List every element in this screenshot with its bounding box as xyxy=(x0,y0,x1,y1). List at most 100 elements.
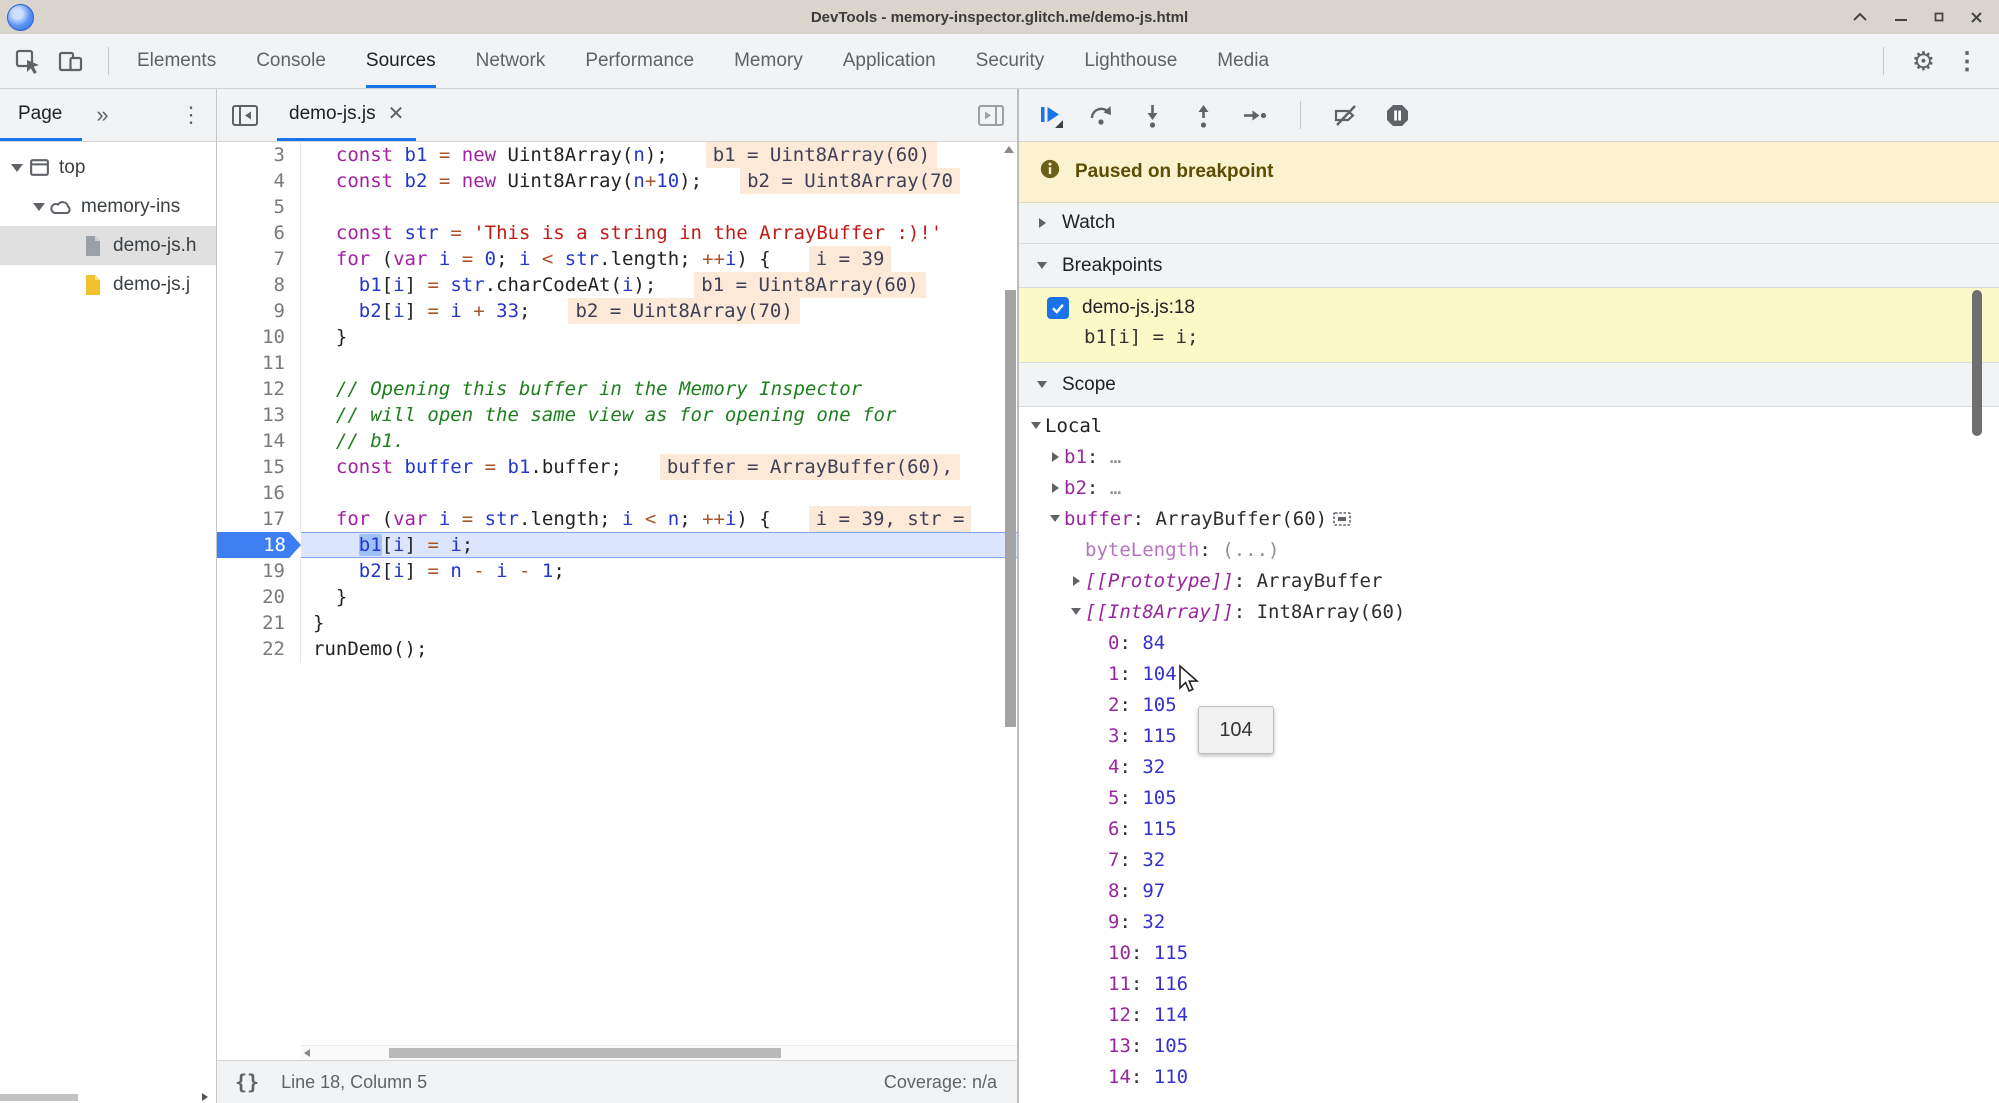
code-text[interactable]: } xyxy=(301,610,1017,636)
line-number[interactable]: 22 xyxy=(217,636,301,662)
line-number[interactable]: 13 xyxy=(217,402,301,428)
line-number[interactable]: 20 xyxy=(217,584,301,610)
sidebar-item-demo-js-j[interactable]: demo-js.j xyxy=(0,265,216,304)
sidebar-item-demo-js-h[interactable]: demo-js.h xyxy=(0,226,216,265)
code-text[interactable]: } xyxy=(301,324,1017,350)
code-line-15[interactable]: 15 const buffer = b1.buffer; buffer = Arr… xyxy=(217,454,1017,480)
code-text[interactable]: const b2 = new Uint8Array(n+10); b2 = Uin… xyxy=(301,168,1017,194)
scope-row-4[interactable]: 4: 32 xyxy=(1019,751,1999,782)
code-line-20[interactable]: 20 } xyxy=(217,584,1017,610)
show-sidebar-icon[interactable] xyxy=(977,103,1005,128)
code-text[interactable]: runDemo(); xyxy=(301,636,1017,662)
code-text[interactable]: b2[i] = i + 33; b2 = Uint8Array(70) xyxy=(301,298,1017,324)
tab-console[interactable]: Console xyxy=(256,34,326,88)
scope-row--prototype-[interactable]: [[Prototype]]: ArrayBuffer xyxy=(1019,565,1999,596)
line-number[interactable]: 7 xyxy=(217,246,301,272)
scope-row-b2[interactable]: b2: … xyxy=(1019,472,1999,503)
scope-row-12[interactable]: 12: 114 xyxy=(1019,999,1999,1030)
code-line-10[interactable]: 10 } xyxy=(217,324,1017,350)
code-line-18[interactable]: 18 b1[i] = i; xyxy=(217,532,1017,558)
step-into-icon[interactable] xyxy=(1139,102,1166,129)
code-text[interactable]: // Opening this buffer in the Memory Ins… xyxy=(301,376,1017,402)
line-number[interactable]: 11 xyxy=(217,350,301,376)
chevron-right-icon[interactable] xyxy=(1051,482,1059,493)
window-close-icon[interactable] xyxy=(1970,11,1983,24)
pause-on-exceptions-icon[interactable] xyxy=(1384,102,1411,129)
code-text[interactable]: // will open the same view as for openin… xyxy=(301,402,1017,428)
sidebar-hscrollbar-thumb[interactable] xyxy=(0,1094,78,1101)
scope-row-5[interactable]: 5: 105 xyxy=(1019,782,1999,813)
code-text[interactable]: // b1. xyxy=(301,428,1017,454)
panel-vscrollbar-thumb[interactable] xyxy=(1972,290,1982,436)
code-text[interactable] xyxy=(301,194,1017,220)
window-expand-icon[interactable] xyxy=(1852,12,1868,22)
kebab-menu-icon[interactable]: ⋮ xyxy=(1955,47,1979,76)
chevron-down-icon[interactable] xyxy=(1050,515,1060,522)
chevron-right-icon[interactable] xyxy=(1051,451,1059,462)
tab-page[interactable]: Page xyxy=(0,89,83,141)
inspect-element-icon[interactable] xyxy=(14,48,41,75)
step-icon[interactable] xyxy=(1241,102,1268,129)
line-number[interactable]: 15 xyxy=(217,454,301,480)
scope-row-2[interactable]: 2: 105 xyxy=(1019,689,1999,720)
code-line-14[interactable]: 14 // b1. xyxy=(217,428,1017,454)
scope-row-10[interactable]: 10: 115 xyxy=(1019,937,1999,968)
chevron-right-icon[interactable] xyxy=(1072,575,1080,586)
scope-row-1[interactable]: 1: 104 xyxy=(1019,658,1999,689)
close-tab-icon[interactable]: ✕ xyxy=(388,101,405,126)
scope-row-buffer[interactable]: buffer: ArrayBuffer(60) xyxy=(1019,503,1999,534)
line-number[interactable]: 4 xyxy=(217,168,301,194)
section-scope[interactable]: Scope xyxy=(1019,363,1999,407)
code-text[interactable]: for (var i = str.length; i < n; ++i) {i … xyxy=(301,506,1017,532)
code-line-7[interactable]: 7 for (var i = 0; i < str.length; ++i) {… xyxy=(217,246,1017,272)
navigator-kebab-icon[interactable]: ⋮ xyxy=(180,102,202,128)
tab-media[interactable]: Media xyxy=(1217,34,1269,88)
scope-row-11[interactable]: 11: 116 xyxy=(1019,968,1999,999)
scope-row-9[interactable]: 9: 32 xyxy=(1019,906,1999,937)
code-text[interactable]: b1[i] = str.charCodeAt(i); b1 = Uint8Arra… xyxy=(301,272,1017,298)
code-line-13[interactable]: 13 // will open the same view as for ope… xyxy=(217,402,1017,428)
tab-security[interactable]: Security xyxy=(976,34,1045,88)
line-number[interactable]: 5 xyxy=(217,194,301,220)
section-watch[interactable]: Watch xyxy=(1019,203,1999,244)
line-number[interactable]: 6 xyxy=(217,220,301,246)
resume-script-icon[interactable] xyxy=(1037,102,1064,129)
code-line-6[interactable]: 6 const str = 'This is a string in the A… xyxy=(217,220,1017,246)
scope-row-6[interactable]: 6: 115 xyxy=(1019,813,1999,844)
code-line-11[interactable]: 11 xyxy=(217,350,1017,376)
line-number[interactable]: 3 xyxy=(217,142,301,168)
sidebar-hscrollbar-arrow[interactable] xyxy=(202,1093,208,1101)
step-over-icon[interactable] xyxy=(1088,102,1115,129)
code-text[interactable] xyxy=(301,480,1017,506)
scope-row-13[interactable]: 13: 105 xyxy=(1019,1030,1999,1061)
scope-row-b1[interactable]: b1: … xyxy=(1019,441,1999,472)
scope-row-14[interactable]: 14: 110 xyxy=(1019,1061,1999,1092)
tab-demo-js[interactable]: demo-js.js ✕ xyxy=(277,89,417,141)
tab-elements[interactable]: Elements xyxy=(137,34,216,88)
editor-hscrollbar-left-arrow[interactable] xyxy=(304,1049,310,1057)
code-line-19[interactable]: 19 b2[i] = n - i - 1; xyxy=(217,558,1017,584)
line-number[interactable]: 12 xyxy=(217,376,301,402)
step-out-icon[interactable] xyxy=(1190,102,1217,129)
line-number[interactable]: 8 xyxy=(217,272,301,298)
breakpoint-checkbox[interactable] xyxy=(1047,297,1069,319)
line-number[interactable]: 14 xyxy=(217,428,301,454)
code-line-5[interactable]: 5 xyxy=(217,194,1017,220)
code-text[interactable]: for (var i = 0; i < str.length; ++i) {i … xyxy=(301,246,1017,272)
paused-line-number[interactable]: 18 xyxy=(217,532,301,558)
device-toolbar-icon[interactable] xyxy=(57,48,84,74)
chevron-down-icon[interactable] xyxy=(1071,608,1081,615)
editor-vscrollbar-up-arrow[interactable] xyxy=(1004,146,1014,153)
memory-inspector-icon[interactable] xyxy=(1331,508,1353,530)
line-number[interactable]: 10 xyxy=(217,324,301,350)
pretty-print-icon[interactable]: {} xyxy=(235,1070,259,1094)
tab-sources[interactable]: Sources xyxy=(365,34,436,88)
scope-row-7[interactable]: 7: 32 xyxy=(1019,844,1999,875)
code-line-22[interactable]: 22 runDemo(); xyxy=(217,636,1017,662)
code-line-8[interactable]: 8 b1[i] = str.charCodeAt(i); b1 = Uint8Ar… xyxy=(217,272,1017,298)
tab-performance[interactable]: Performance xyxy=(585,34,694,88)
sidebar-item-top[interactable]: top xyxy=(0,148,216,187)
code-line-21[interactable]: 21} xyxy=(217,610,1017,636)
code-line-16[interactable]: 16 xyxy=(217,480,1017,506)
code-text[interactable] xyxy=(301,350,1017,376)
